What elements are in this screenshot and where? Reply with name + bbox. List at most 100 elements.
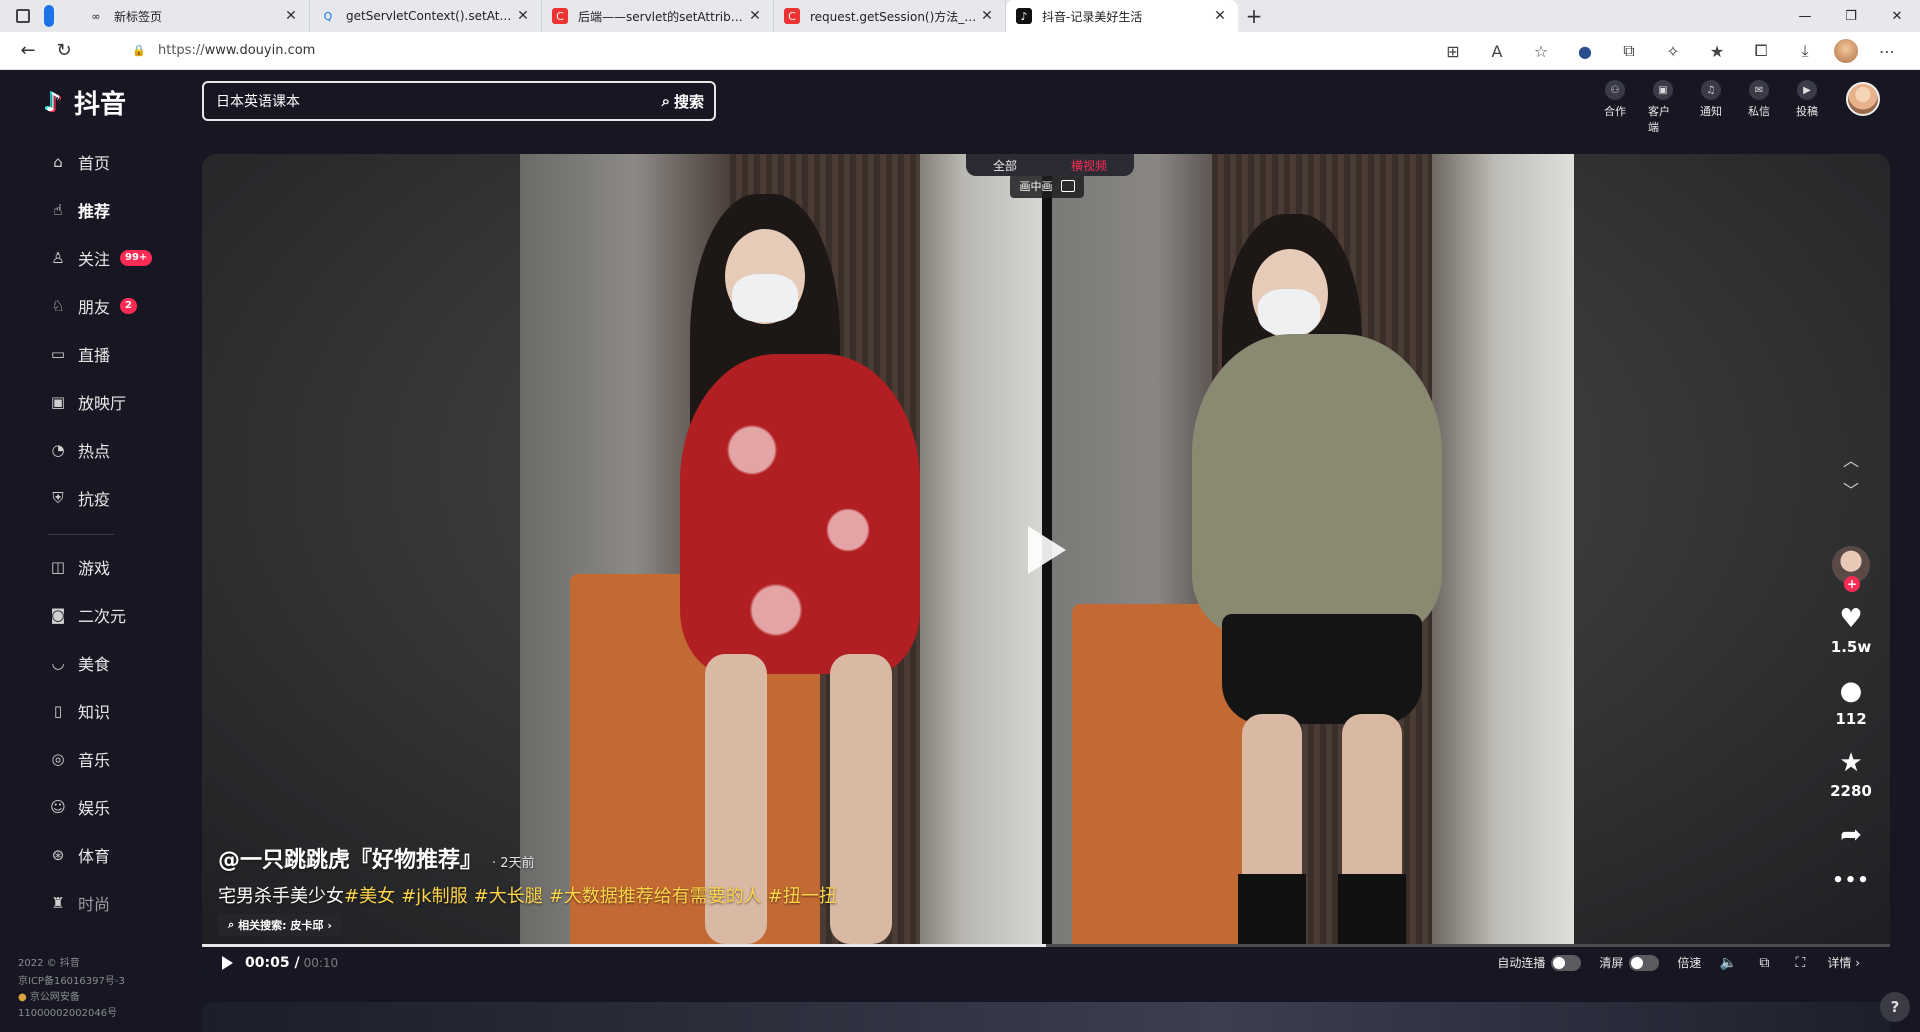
autoplay-toggle[interactable]: 自动连播 xyxy=(1497,954,1582,971)
sidebar-item-antivirus[interactable]: ⛨ 抗疫 xyxy=(48,486,110,510)
sidebar-item-sports[interactable]: ⊛ 体育 xyxy=(48,843,110,867)
volume-icon[interactable]: 🔈 xyxy=(1719,954,1737,972)
url-field[interactable]: 🔒 https://www.douyin.com xyxy=(124,36,1394,66)
restore-icon[interactable]: ❐ xyxy=(1828,0,1874,32)
footer-icp[interactable]: 京ICP备16016397号-3 xyxy=(18,974,125,990)
picture-in-picture-button[interactable]: 画中画 xyxy=(1010,174,1084,198)
hashtag[interactable]: #美女 xyxy=(344,886,395,907)
tab-close-icon[interactable]: ✕ xyxy=(979,8,995,24)
sidebar-item-anime[interactable]: ◙ 二次元 xyxy=(48,603,126,627)
favorite-add-icon[interactable]: ☆ xyxy=(1526,36,1556,66)
switch[interactable] xyxy=(1551,954,1582,971)
hashtag[interactable]: #大数据推荐给有需要的人 xyxy=(549,886,762,907)
detail-button[interactable]: 详情 › xyxy=(1827,954,1860,971)
extension-icon[interactable]: ● xyxy=(1570,36,1600,66)
like-button[interactable]: ♥ 1.5w xyxy=(1831,606,1871,656)
tab-landscape[interactable]: 横视频 xyxy=(1071,157,1107,174)
sidebar-item-friends[interactable]: ♘ 朋友 2 xyxy=(48,294,137,318)
sidebar-item-label: 朋友 xyxy=(78,298,111,317)
close-window-icon[interactable]: ✕ xyxy=(1874,0,1920,32)
play-overlay-icon[interactable] xyxy=(1028,526,1066,574)
extensions-puzzle-icon[interactable]: ✧ xyxy=(1658,36,1688,66)
chevron-down-icon[interactable]: ﹀ xyxy=(1836,474,1866,504)
clear-screen-toggle[interactable]: 清屏 xyxy=(1599,954,1660,971)
chevron-up-icon[interactable]: ︿ xyxy=(1836,444,1866,474)
footer-police[interactable]: ● 京公网安备 xyxy=(18,990,80,1006)
share-icon: ➦ xyxy=(1840,820,1862,850)
collections-icon[interactable]: ⧠ xyxy=(1746,36,1776,66)
browser-tab[interactable]: C 后端——servlet的setAttribute() ✕ xyxy=(542,0,774,32)
minimize-icon[interactable]: — xyxy=(1782,0,1828,32)
comment-button[interactable]: ● 112 xyxy=(1835,678,1866,728)
sidebar-item-recommend[interactable]: ☝ 推荐 xyxy=(48,198,110,222)
hashtag[interactable]: #jk制服 xyxy=(401,886,468,907)
sidebar-item-home[interactable]: ⌂ 首页 xyxy=(48,150,110,174)
lock-icon[interactable]: 🔒 xyxy=(132,44,146,58)
sidebar-item-fashion[interactable]: ♜ 时尚 xyxy=(48,891,110,915)
play-icon[interactable] xyxy=(222,955,233,970)
cooperation-button[interactable]: ⚇ 合作 xyxy=(1600,80,1630,119)
profile-avatar[interactable] xyxy=(1834,39,1858,63)
book-icon: ▯ xyxy=(53,702,63,720)
tab-actions-icon[interactable] xyxy=(16,9,30,23)
notifications-button[interactable]: ♫ 通知 xyxy=(1696,80,1726,119)
related-search-chip[interactable]: ⌕ 相关搜索: 皮卡邱 › xyxy=(218,914,342,936)
help-icon[interactable]: ? xyxy=(1880,992,1910,1022)
speed-button[interactable]: 倍速 xyxy=(1677,954,1701,971)
client-button[interactable]: ▣ 客户端 xyxy=(1648,80,1678,135)
top-action-label: 私信 xyxy=(1748,105,1770,118)
browser-tab[interactable]: C request.getSession()方法_兴涛的 ✕ xyxy=(774,0,1006,32)
workspaces-icon[interactable] xyxy=(44,5,54,27)
back-icon[interactable]: ← xyxy=(10,36,46,66)
more-menu-icon[interactable]: ⋯ xyxy=(1872,36,1902,66)
next-video-preview[interactable] xyxy=(202,1002,1890,1032)
favorite-button[interactable]: ★ 2280 xyxy=(1830,750,1872,800)
sidebar-item-knowledge[interactable]: ▯ 知识 xyxy=(48,699,110,723)
sidebar-item-label: 放映厅 xyxy=(78,394,127,413)
sidebar-item-music[interactable]: ◎ 音乐 xyxy=(48,747,110,771)
search-icon: ⌕ xyxy=(661,92,670,110)
fullscreen-icon[interactable]: ⛶ xyxy=(1791,954,1809,972)
screenshot-icon[interactable]: ⧉ xyxy=(1614,36,1644,66)
user-avatar[interactable] xyxy=(1846,82,1880,116)
refresh-icon[interactable]: ↻ xyxy=(46,36,82,66)
gamepad-icon: ◫ xyxy=(50,558,66,576)
hashtag[interactable]: #大长腿 xyxy=(474,886,543,907)
new-tab-button[interactable]: + xyxy=(1238,0,1270,32)
sidebar-item-games[interactable]: ◫ 游戏 xyxy=(48,555,110,579)
url-scheme: https:// xyxy=(158,43,205,58)
related-search-text: 相关搜索: 皮卡邱 xyxy=(238,919,324,932)
search-button[interactable]: ⌕ 搜索 xyxy=(662,91,714,112)
read-aloud-icon[interactable]: A xyxy=(1482,36,1512,66)
follow-plus-icon[interactable]: + xyxy=(1844,576,1860,592)
tab-close-icon[interactable]: ✕ xyxy=(1212,8,1228,24)
douyin-logo[interactable]: ♪ 抖音 xyxy=(38,84,126,121)
browser-tab[interactable]: Q getServletContext().setAttribute ✕ xyxy=(310,0,542,32)
switch[interactable] xyxy=(1629,954,1660,971)
author-name[interactable]: @一只跳跳虎『好物推荐』 xyxy=(218,842,482,874)
comment-icon: ● xyxy=(1839,676,1863,706)
tab-close-icon[interactable]: ✕ xyxy=(515,8,531,24)
apps-icon[interactable]: ⊞ xyxy=(1438,36,1468,66)
hashtag[interactable]: #扭一扭 xyxy=(768,886,837,907)
sidebar-item-entertainment[interactable]: ☺ 娱乐 xyxy=(48,795,110,819)
sidebar-item-food[interactable]: ◡ 美食 xyxy=(48,651,110,675)
author-avatar[interactable]: + xyxy=(1832,546,1870,592)
search-input[interactable] xyxy=(216,93,662,109)
download-icon[interactable]: ⤓ xyxy=(1790,36,1820,66)
browser-tab[interactable]: ∞ 新标签页 ✕ xyxy=(78,0,310,32)
share-button[interactable]: ➦ xyxy=(1840,822,1862,848)
sidebar-item-hot[interactable]: ◔ 热点 xyxy=(48,438,110,462)
tab-close-icon[interactable]: ✕ xyxy=(283,8,299,24)
favorites-icon[interactable]: ★ xyxy=(1702,36,1732,66)
sidebar-item-live[interactable]: ▭ 直播 xyxy=(48,342,110,366)
upload-button[interactable]: ▶ 投稿 xyxy=(1792,80,1822,119)
messages-button[interactable]: ✉ 私信 xyxy=(1744,80,1774,119)
pip-small-icon[interactable]: ⧉ xyxy=(1755,954,1773,972)
sidebar-item-theater[interactable]: ▣ 放映厅 xyxy=(48,390,126,414)
tab-close-icon[interactable]: ✕ xyxy=(747,8,763,24)
browser-tab-active[interactable]: ♪ 抖音-记录美好生活 ✕ xyxy=(1006,0,1238,32)
tab-all[interactable]: 全部 xyxy=(993,157,1017,174)
more-icon[interactable]: ••• xyxy=(1832,870,1870,891)
sidebar-item-follow[interactable]: ♙ 关注 99+ xyxy=(48,246,153,270)
